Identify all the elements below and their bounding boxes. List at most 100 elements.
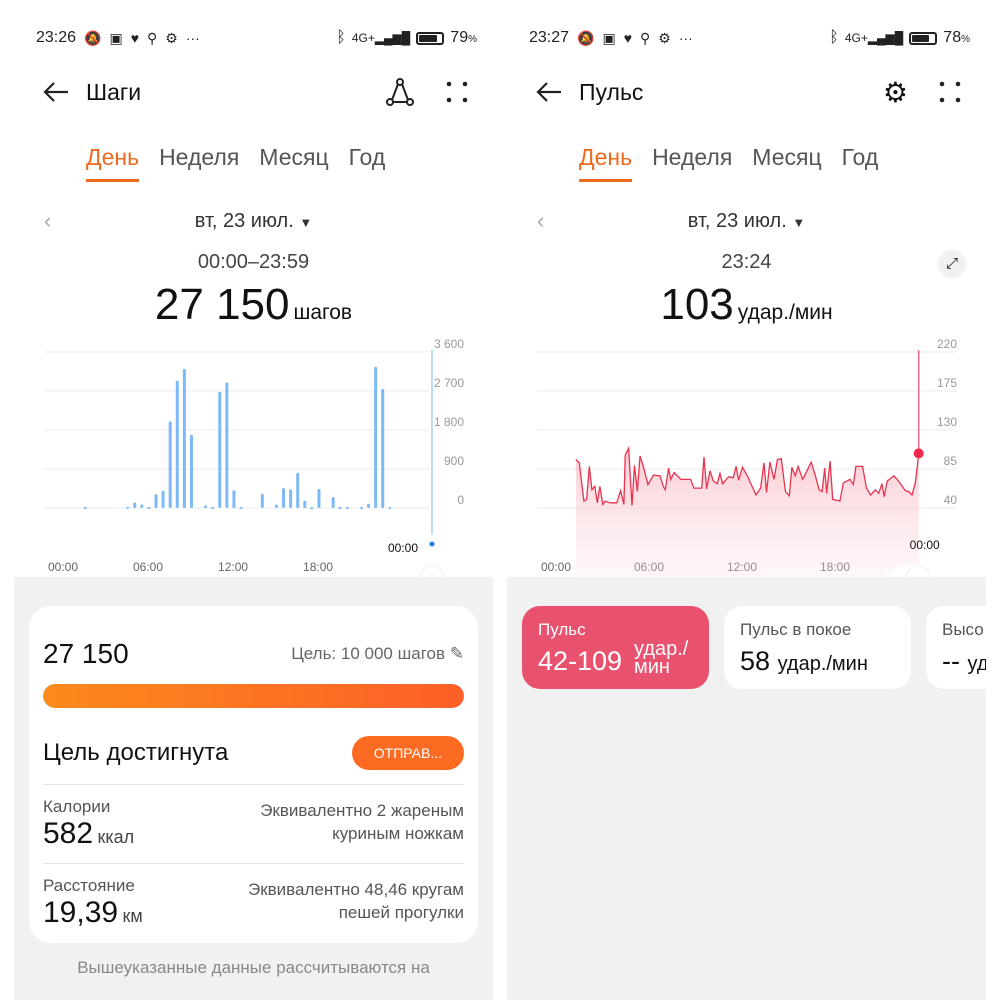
step-bar [260, 493, 264, 508]
step-bar [154, 494, 158, 508]
edit-icon: ✎ [449, 644, 464, 663]
date-label: вт, 23 июл. [687, 210, 787, 232]
battery-percent: 79 [450, 29, 469, 46]
heart-rate-area [575, 448, 919, 577]
y-tick-label: 130 [937, 415, 957, 429]
heart-rate-screen: 23:27 🔕 ▣ ♥ ⚲ ⚙ ··· ᛒ 4G+▂▄▆█ 78% Пульс ⚙ День Н… [507, 0, 986, 1000]
step-bar [225, 382, 229, 508]
pill-range[interactable]: Пульс 42-109 удар./мин [522, 606, 709, 689]
signal-icon: 4G+▂▄▆█ [351, 31, 411, 45]
page-title: Пульс [579, 78, 644, 105]
heart-rate-unit: удар./мин [737, 301, 833, 324]
share-route-icon[interactable] [385, 77, 415, 107]
more-menu-icon[interactable] [938, 80, 962, 104]
calories-equivalent: Эквивалентно 2 жареным куриным ножкам [260, 801, 464, 843]
expand-icon[interactable]: ⤢ [938, 250, 966, 278]
steps-chart[interactable]: 3 600 2 700 1 800 900 0 00:00 06:00 12:00 18:00 0… [14, 330, 493, 580]
tab-week[interactable]: Неделя [159, 144, 239, 182]
pill-high[interactable]: Высо -- уд [926, 606, 986, 689]
heart-rate-value: 103 [660, 280, 734, 329]
heart-rate-chart[interactable]: 220175130854000:0006:0012:0018:0000:00 [507, 330, 986, 580]
step-bar [310, 507, 314, 510]
date-label: вт, 23 июл. [194, 210, 294, 232]
y-tick-label: 85 [944, 454, 958, 468]
pill-label: Пульс в покое [740, 620, 852, 639]
steps-total: 27 150 [154, 280, 290, 329]
send-button[interactable]: ОТПРАВ... [351, 736, 464, 770]
dropdown-icon: ▼ [792, 215, 806, 230]
step-bar [161, 490, 165, 508]
search-icon: ⚲ [147, 29, 158, 46]
x-tick-label: 18:00 [303, 560, 333, 574]
pill-unit: уд [967, 653, 987, 675]
y-tick-label: 220 [937, 337, 957, 351]
battery-icon [416, 31, 445, 45]
y-tick-label: 3 600 [434, 337, 464, 351]
step-bar [182, 368, 186, 508]
back-arrow-icon[interactable] [42, 80, 70, 104]
gear-icon: ⚙ [165, 29, 178, 46]
distance-unit: км [122, 906, 143, 926]
page-title: Шаги [86, 78, 142, 105]
tab-year[interactable]: Год [349, 144, 386, 182]
battery-icon [909, 31, 938, 45]
selected-point [913, 448, 924, 459]
settings-icon[interactable]: ⚙ [883, 76, 908, 109]
step-bar [296, 472, 300, 508]
x-tick-label: 00:00 [48, 560, 78, 574]
pill-resting[interactable]: Пульс в покое 58 удар./мин [724, 606, 911, 689]
tab-month[interactable]: Месяц [259, 144, 328, 182]
tab-day[interactable]: День [579, 144, 633, 182]
step-bar [303, 500, 307, 508]
pill-value: -- [942, 646, 960, 676]
more-menu-icon[interactable] [445, 80, 469, 104]
tab-month[interactable]: Месяц [752, 144, 821, 182]
distance-equivalent: Эквивалентно 48,46 кругам пешей прогулки [247, 880, 464, 922]
date-selector[interactable]: вт, 23 июл. ▼ [507, 210, 986, 233]
battery-unit: % [961, 34, 970, 45]
cursor-label: 00:00 [910, 538, 940, 552]
step-bar [388, 507, 392, 510]
bluetooth-icon: ᛒ [829, 29, 839, 46]
steps-screen: 23:26 🔕 ▣ ♥ ⚲ ⚙ ··· ᛒ 4G+▂▄▆█ 79% Шаги День Неде… [14, 0, 493, 1000]
back-arrow-icon[interactable] [535, 80, 563, 104]
pill-unit: удар./мин [634, 638, 689, 678]
step-bar [274, 504, 278, 508]
step-bar [189, 434, 193, 508]
step-bar [381, 388, 385, 508]
period-tabs: День Неделя Месяц Год [86, 144, 385, 182]
goal-edit[interactable]: Цель: 10 000 шагов ✎ [291, 644, 464, 664]
tab-week[interactable]: Неделя [652, 144, 732, 182]
step-bar [126, 506, 130, 509]
tab-year[interactable]: Год [842, 144, 879, 182]
step-bar [175, 380, 179, 508]
step-bar [367, 503, 371, 508]
cursor-label: 00:00 [388, 541, 418, 555]
goal-progress-bar [43, 684, 464, 708]
x-tick-label: 12:00 [218, 560, 248, 574]
battery-percent: 78 [943, 29, 962, 46]
y-tick-label: 1 800 [434, 415, 464, 429]
y-tick-label: 0 [457, 493, 464, 507]
period-tabs: День Неделя Месяц Год [579, 144, 878, 182]
step-bar [239, 507, 243, 510]
pill-unit: удар./мин [777, 653, 868, 675]
pill-value: 42-109 [538, 646, 623, 676]
nfc-icon: ▣ [109, 29, 123, 46]
y-tick-label: 175 [937, 376, 957, 390]
date-selector[interactable]: вт, 23 июл. ▼ [14, 210, 493, 233]
step-bar [211, 507, 215, 510]
clock: 23:27 [529, 29, 570, 46]
goal-achieved: Цель достигнута [43, 739, 229, 766]
time-range: 00:00–23:59 [197, 251, 310, 273]
selected-time: 23:24 [721, 251, 772, 273]
step-bar [232, 490, 236, 508]
gear-icon: ⚙ [658, 29, 671, 46]
calories-label: Калории [43, 797, 111, 816]
step-bar [331, 497, 335, 508]
y-tick-label: 900 [444, 454, 464, 468]
step-bar [374, 366, 378, 508]
tab-day[interactable]: День [86, 144, 140, 182]
signal-icon: 4G+▂▄▆█ [844, 31, 904, 45]
steps-summary-card: 27 150 Цель: 10 000 шагов ✎ Цель достигну… [29, 606, 478, 943]
